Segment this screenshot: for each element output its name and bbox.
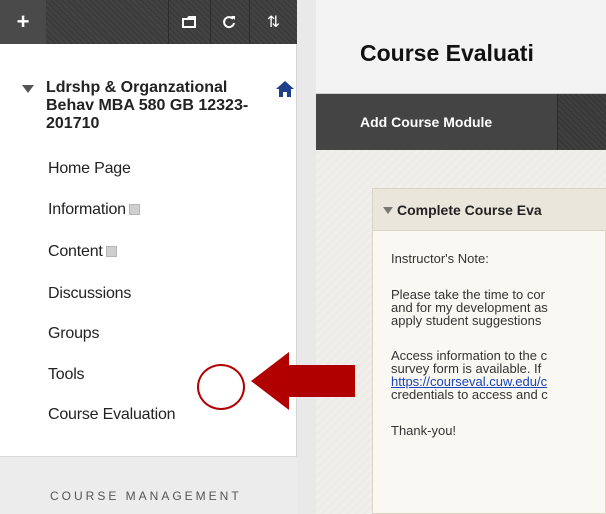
sidebar-item-label: Home Page [48,160,131,177]
add-course-module-button[interactable]: Add Course Module [316,94,558,150]
sidebar-item-label: Content [48,243,103,260]
sidebar-item-content[interactable]: Content [48,243,117,261]
course-title[interactable]: Ldrshp & Organzational Behav MBA 580 GB … [46,79,268,133]
highlight-circle [197,364,245,410]
sidebar-item-information[interactable]: Information [48,201,140,219]
sidebar-item-label: Tools [48,366,85,383]
sidebar-item-label: Groups [48,325,100,342]
course-management-label: COURSE MANAGEMENT [50,489,242,503]
sidebar-item-label: Course Evaluation [48,406,176,423]
reorder-button[interactable]: ⇅ [250,0,297,44]
left-arrow-icon [251,352,355,410]
course-module: Complete Course Eva Instructor's Note: P… [372,188,606,514]
refresh-button[interactable] [210,0,248,44]
plus-icon: + [16,9,30,34]
module-title: Complete Course Eva [397,202,542,218]
course-menu-sidebar: + ⇅ Ldrshp & Organzational Behav MBA 580… [0,0,297,514]
sidebar-item-label: Discussions [48,285,132,302]
module-text-line: credentials to access and c [391,387,548,402]
page-title-bar: Course Evaluati [316,0,606,94]
collapse-caret-icon[interactable] [383,207,393,214]
content-area-icon [128,204,140,215]
folder-icon [182,16,196,28]
content-area-icon [105,246,117,257]
module-header[interactable]: Complete Course Eva [373,189,606,231]
sidebar-toolbar: + ⇅ [0,0,297,44]
refresh-icon [223,16,235,29]
manage-folders-button[interactable] [168,0,210,44]
main-content: Course Evaluati Add Course Module Comple… [316,0,606,514]
app-window: + ⇅ Ldrshp & Organzational Behav MBA 580… [0,0,606,514]
sidebar-item-discussions[interactable]: Discussions [48,285,131,303]
sort-icon: ⇅ [266,14,281,31]
home-icon[interactable] [276,81,294,97]
sidebar-item-label: Information [48,201,126,218]
sidebar-item-home-page[interactable]: Home Page [48,160,131,178]
page-title: Course Evaluati [360,40,534,66]
sidebar-item-course-evaluation[interactable]: Course Evaluation [48,406,176,424]
sidebar-item-groups[interactable]: Groups [48,325,99,343]
add-menu-item-button[interactable]: + [0,0,46,44]
sidebar-item-tools[interactable]: Tools [48,366,85,384]
module-action-bar: Add Course Module [316,94,606,150]
module-text-line: apply student suggestions [391,313,542,328]
course-management-bar[interactable]: COURSE MANAGEMENT [0,456,297,514]
module-text-line: Instructor's Note: [391,251,489,266]
collapse-caret-icon[interactable] [22,85,34,93]
module-text-line: Thank-you! [391,423,457,438]
